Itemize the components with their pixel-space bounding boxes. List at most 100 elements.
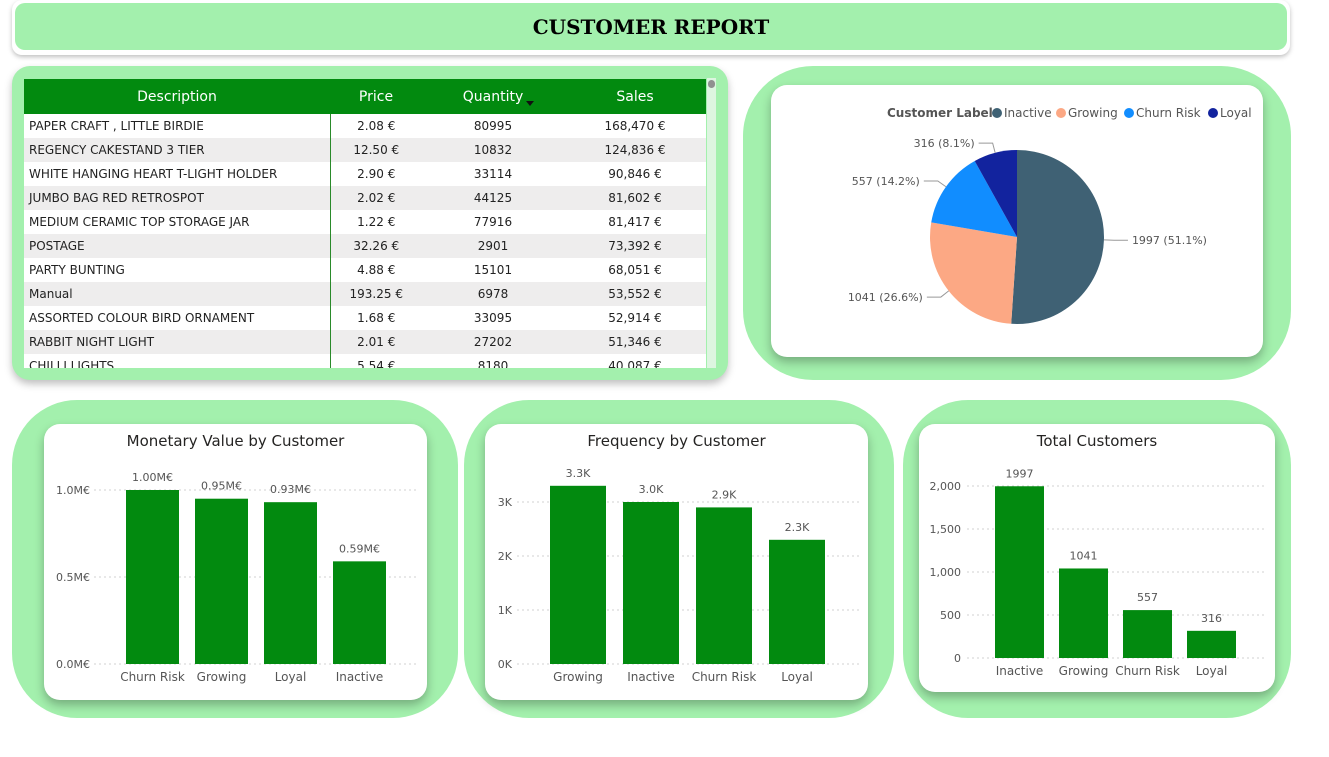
cell-sales: 51,346 €	[564, 330, 706, 354]
table-row[interactable]: ASSORTED COLOUR BIRD ORNAMENT 1.68 € 33095…	[24, 306, 706, 330]
pie-legend-marker	[1208, 108, 1218, 118]
cell-description: MEDIUM CERAMIC TOP STORAGE JAR	[24, 210, 331, 234]
cell-quantity: 15101	[473, 263, 513, 277]
pie-slice-growing	[930, 222, 1017, 324]
bar	[696, 507, 752, 664]
cell-quantity: 27202	[422, 330, 564, 354]
bar-data-label: 3.0K	[639, 483, 664, 496]
table-row[interactable]: PARTY BUNTING 4.88 € 15101 68,051 €	[24, 258, 706, 282]
cell-description: PAPER CRAFT , LITTLE BIRDIE	[24, 114, 331, 138]
cell-quantity: 8180	[477, 359, 509, 368]
cell-price: 5.54 €	[357, 359, 396, 368]
pie-slice-inactive	[1011, 150, 1104, 324]
x-tick-label: Loyal	[781, 670, 813, 684]
bar-data-label: 0.59M€	[339, 542, 380, 555]
product-sales-table[interactable]: Description Price Quantity Sales PAPER C…	[24, 79, 706, 368]
bar	[995, 486, 1044, 658]
cell-sales: 52,914 €	[608, 311, 662, 325]
y-tick-label: 500	[940, 609, 961, 622]
y-tick-label: 1K	[498, 604, 513, 617]
monetary-card: Monetary Value by Customer 0.0M€ 0.5M€ 1.0…	[44, 424, 427, 700]
pie-legend-item: Inactive	[1004, 106, 1052, 120]
y-tick-label: 1,500	[930, 523, 962, 536]
pie-legend-title: Customer Label	[887, 106, 993, 120]
bar	[333, 561, 386, 664]
x-tick-label: Churn Risk	[120, 670, 185, 684]
cell-sales: 124,836 €	[564, 138, 706, 162]
column-header-quantity[interactable]: Quantity	[422, 79, 564, 114]
cell-description: PARTY BUNTING	[24, 258, 331, 282]
bar	[1123, 610, 1172, 658]
bar-data-label: 0.95M€	[201, 480, 242, 493]
cell-quantity: 6978	[422, 282, 564, 306]
y-tick-label: 0.0M€	[56, 658, 90, 671]
table-scrollbar[interactable]	[707, 78, 716, 368]
table-row[interactable]: POSTAGE 32.26 €2901 73,392 €	[24, 234, 706, 258]
y-tick-label: 0K	[498, 658, 513, 671]
total-customers-bar-chart: 0 500 1,000 1,500 2,000 1997 Inactive 1041 Growi…	[930, 467, 1267, 678]
cell-price: 2.08 €	[357, 119, 396, 133]
pie-legend-item: Churn Risk	[1136, 106, 1201, 120]
table-row[interactable]: RABBIT NIGHT LIGHT 2.01 €27202 51,346 €	[24, 330, 706, 354]
y-tick-label: 0.5M€	[56, 571, 90, 584]
table-row[interactable]: Manual 193.25 €6978 53,552 €	[24, 282, 706, 306]
cell-description: JUMBO BAG RED RETROSPOT	[24, 186, 331, 210]
cell-sales: 168,470 €	[604, 119, 666, 133]
cell-quantity: 44125	[422, 186, 564, 210]
frequency-card: Frequency by Customer 0K 1K 2K 3K 3.3K Growin…	[485, 424, 868, 700]
cell-quantity: 33114	[473, 167, 513, 181]
y-tick-label: 1,000	[930, 566, 962, 579]
pie-leader-line	[926, 290, 950, 298]
pie-legend-marker	[1056, 108, 1066, 118]
bar	[623, 502, 679, 664]
cell-sales: 81,417 €	[608, 215, 662, 229]
bar-data-label: 0.93M€	[270, 483, 311, 496]
bar-data-label: 316	[1201, 612, 1222, 625]
cell-sales: 53,552 €	[564, 282, 706, 306]
cell-price: 12.50 €	[330, 138, 422, 162]
column-header-sales[interactable]: Sales	[564, 79, 706, 114]
table-header-row: Description Price Quantity Sales	[24, 79, 706, 114]
x-tick-label: Churn Risk	[1115, 664, 1180, 678]
pie-legend-item: Loyal	[1220, 106, 1252, 120]
bar-data-label: 1041	[1070, 549, 1098, 562]
x-tick-label: Growing	[197, 670, 247, 684]
table-row[interactable]: JUMBO BAG RED RETROSPOT 2.02 €44125 81,602…	[24, 186, 706, 210]
x-tick-label: Growing	[1059, 664, 1109, 678]
table-row[interactable]: PAPER CRAFT , LITTLE BIRDIE 2.08 € 80995 16…	[24, 114, 706, 138]
cell-quantity: 2901	[422, 234, 564, 258]
cell-price: 2.01 €	[330, 330, 422, 354]
report-banner: CUSTOMER REPORT	[12, 0, 1290, 55]
cell-description: WHITE HANGING HEART T-LIGHT HOLDER	[24, 162, 331, 186]
pie-chart: Customer Label Inactive Growing Churn Risk L…	[848, 106, 1252, 324]
pie-data-label: 316 (8.1%)	[914, 137, 975, 150]
total-customers-card: Total Customers 0 500 1,000 1,500 2,000 1997 I…	[919, 424, 1275, 692]
pie-leader-line	[923, 180, 947, 188]
y-tick-label: 3K	[498, 496, 513, 509]
cell-sales: 68,051 €	[608, 263, 662, 277]
sort-descending-icon[interactable]	[526, 101, 534, 106]
frequency-bar-chart: 0K 1K 2K 3K 3.3K Growing 3.0K Inactive 2.9K Churn…	[498, 467, 859, 684]
table-row[interactable]: WHITE HANGING HEART T-LIGHT HOLDER 2.90 €…	[24, 162, 706, 186]
table-scrollbar-thumb[interactable]	[708, 80, 715, 88]
column-header-price[interactable]: Price	[330, 79, 422, 114]
cell-price: 4.88 €	[357, 263, 396, 277]
cell-price: 32.26 €	[330, 234, 422, 258]
pie-leader-line	[978, 142, 996, 153]
table-row[interactable]: CHILLI LIGHTS 5.54 € 8180 40,087 €	[24, 354, 706, 368]
cell-description: ASSORTED COLOUR BIRD ORNAMENT	[24, 306, 331, 330]
x-tick-label: Inactive	[996, 664, 1044, 678]
pie-legend-item: Growing	[1068, 106, 1118, 120]
cell-sales: 40,087 €	[608, 359, 662, 368]
cell-description: POSTAGE	[24, 234, 331, 258]
x-tick-label: Loyal	[275, 670, 307, 684]
cell-price: 193.25 €	[330, 282, 422, 306]
report-banner-inner: CUSTOMER REPORT	[15, 3, 1287, 50]
monetary-bar-chart: 0.0M€ 0.5M€ 1.0M€ 1.00M€ Churn Risk 0.95M€ Gro…	[56, 471, 416, 684]
column-header-description[interactable]: Description	[24, 79, 330, 114]
bar	[264, 502, 317, 664]
table-row[interactable]: REGENCY CAKESTAND 3 TIER 12.50 €10832 124,…	[24, 138, 706, 162]
cell-description: CHILLI LIGHTS	[24, 354, 331, 368]
table-row[interactable]: MEDIUM CERAMIC TOP STORAGE JAR 1.22 € 7791…	[24, 210, 706, 234]
bar	[550, 485, 606, 664]
